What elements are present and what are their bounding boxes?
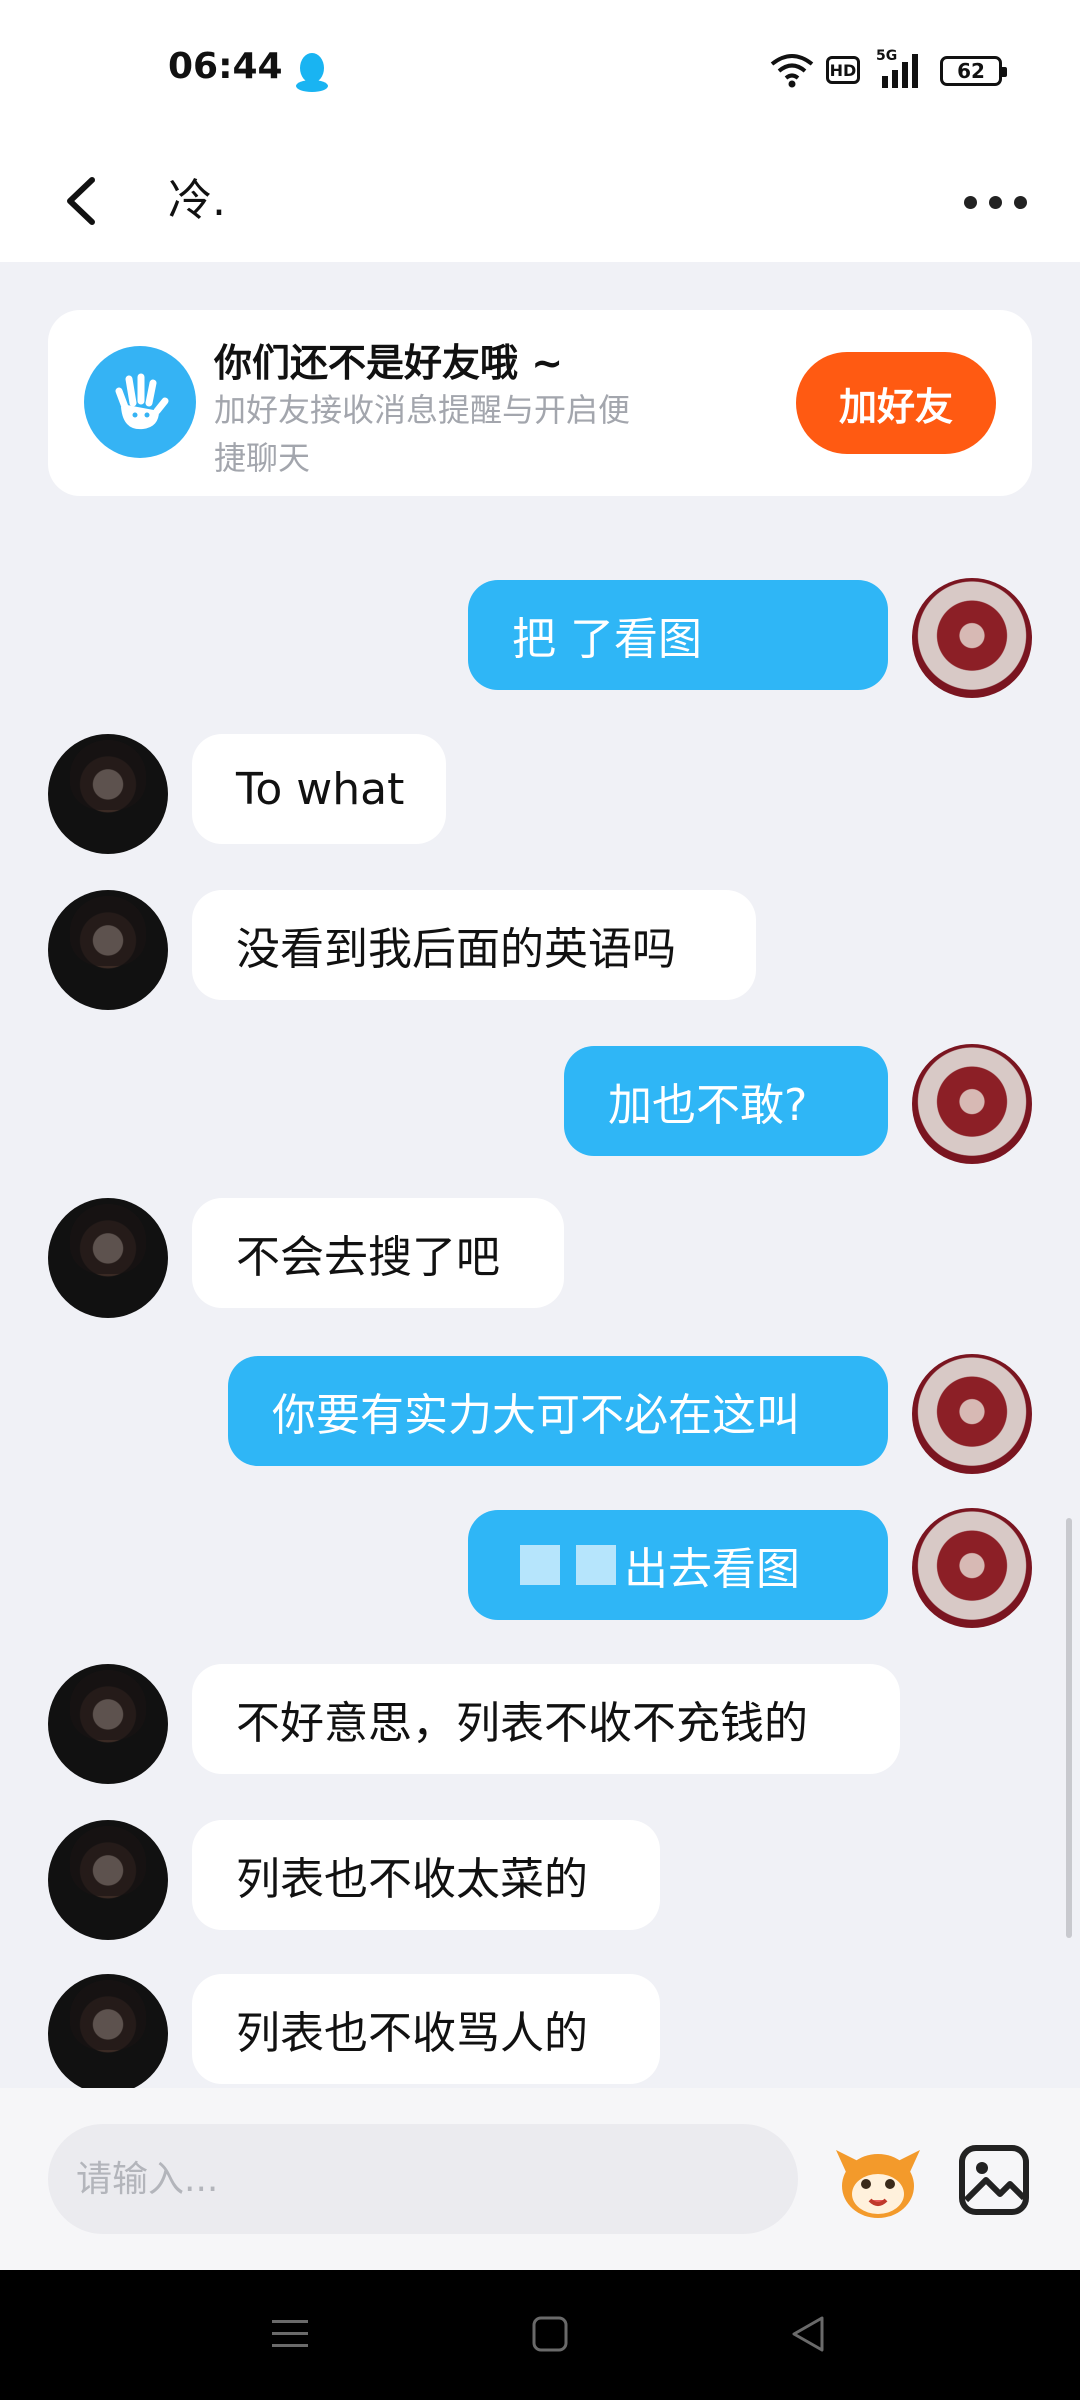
message-row: 没看到我后面的英语吗 bbox=[0, 890, 1080, 1010]
message-text: To what bbox=[236, 763, 405, 815]
friend-notice-title: 你们还不是好友哦 ~ bbox=[214, 341, 564, 385]
self-avatar[interactable] bbox=[912, 1508, 1032, 1628]
blurred-region bbox=[576, 1545, 616, 1585]
message-bubble[interactable]: 把 了看图 bbox=[468, 580, 888, 690]
scrollbar[interactable] bbox=[1066, 1518, 1072, 1938]
network-type: 5G bbox=[876, 48, 898, 64]
chat-header: 冷. bbox=[0, 140, 1080, 262]
friend-notice-card: 你们还不是好友哦 ~ 加好友接收消息提醒与开启便捷聊天 加好友 bbox=[48, 310, 1032, 496]
message-bubble[interactable]: 列表也不收骂人的 bbox=[192, 1974, 660, 2084]
message-row: 把 了看图 bbox=[0, 578, 1080, 698]
friend-notice-description: 加好友接收消息提醒与开启便捷聊天 bbox=[214, 391, 631, 477]
message-bubble[interactable]: 出去看图 bbox=[468, 1510, 888, 1620]
contact-avatar[interactable] bbox=[48, 1664, 168, 1784]
wifi-icon bbox=[770, 54, 814, 88]
message-row: 你要有实力大可不必在这叫 bbox=[0, 1354, 1080, 1474]
hd-badge: HD bbox=[826, 56, 860, 84]
message-row: 不好意思，列表不收不充钱的 bbox=[0, 1664, 1080, 1784]
message-row: 不会去搜了吧 bbox=[0, 1198, 1080, 1318]
contact-avatar[interactable] bbox=[48, 734, 168, 854]
add-friend-button[interactable]: 加好友 bbox=[796, 352, 996, 454]
contact-avatar[interactable] bbox=[48, 890, 168, 1010]
contact-avatar[interactable] bbox=[48, 1820, 168, 1940]
contact-avatar[interactable] bbox=[48, 1974, 168, 2088]
chat-title: 冷. bbox=[168, 175, 226, 226]
self-avatar[interactable] bbox=[912, 578, 1032, 698]
more-dots-icon[interactable] bbox=[958, 178, 1034, 226]
qq-penguin-icon bbox=[296, 53, 328, 92]
message-bubble[interactable]: 没看到我后面的英语吗 bbox=[192, 890, 756, 1000]
message-bubble[interactable]: 你要有实力大可不必在这叫 bbox=[228, 1356, 888, 1466]
status-time: 06:44 bbox=[168, 46, 283, 87]
waving-hand-icon bbox=[84, 346, 196, 458]
self-avatar[interactable] bbox=[912, 1044, 1032, 1164]
message-row: 列表也不收太菜的 bbox=[0, 1820, 1080, 1940]
message-bubble[interactable]: To what bbox=[192, 734, 446, 844]
message-text: 没看到我后面的英语吗 bbox=[236, 924, 676, 975]
message-bubble[interactable]: 不会去搜了吧 bbox=[192, 1198, 564, 1308]
message-text: 不会去搜了吧 bbox=[236, 1232, 500, 1283]
emoji-mascot-icon[interactable] bbox=[830, 2132, 926, 2228]
self-avatar[interactable] bbox=[912, 1354, 1032, 1474]
message-text: 出去看图 bbox=[624, 1544, 800, 1595]
home-icon[interactable] bbox=[530, 2314, 570, 2354]
menu-icon[interactable] bbox=[268, 2314, 312, 2354]
message-text: 把 了看图 bbox=[512, 614, 702, 665]
status-bar: 06:44 HD 5G 62 bbox=[0, 0, 1080, 140]
back-triangle-icon[interactable] bbox=[786, 2312, 830, 2356]
message-text: 列表也不收太菜的 bbox=[236, 1854, 588, 1905]
message-text: 加也不敢? bbox=[608, 1080, 808, 1131]
message-bubble[interactable]: 不好意思，列表不收不充钱的 bbox=[192, 1664, 900, 1774]
blurred-region bbox=[520, 1545, 560, 1585]
message-row: 出去看图 bbox=[0, 1508, 1080, 1628]
message-text: 列表也不收骂人的 bbox=[236, 2008, 588, 2059]
system-nav-bar bbox=[0, 2270, 1080, 2400]
message-text: 不好意思，列表不收不充钱的 bbox=[236, 1698, 808, 1749]
contact-avatar[interactable] bbox=[48, 1198, 168, 1318]
message-row: 加也不敢? bbox=[0, 1044, 1080, 1164]
message-input[interactable] bbox=[48, 2124, 798, 2234]
back-arrow-icon[interactable] bbox=[52, 166, 112, 236]
message-row: 列表也不收骂人的 bbox=[0, 1974, 1080, 2088]
message-bubble[interactable]: 加也不敢? bbox=[564, 1046, 888, 1156]
battery-icon: 62 bbox=[940, 56, 1007, 86]
image-icon[interactable] bbox=[956, 2142, 1032, 2218]
message-row: To what bbox=[0, 734, 1080, 854]
input-bar bbox=[0, 2088, 1080, 2270]
message-text: 你要有实力大可不必在这叫 bbox=[272, 1390, 800, 1441]
message-bubble[interactable]: 列表也不收太菜的 bbox=[192, 1820, 660, 1930]
